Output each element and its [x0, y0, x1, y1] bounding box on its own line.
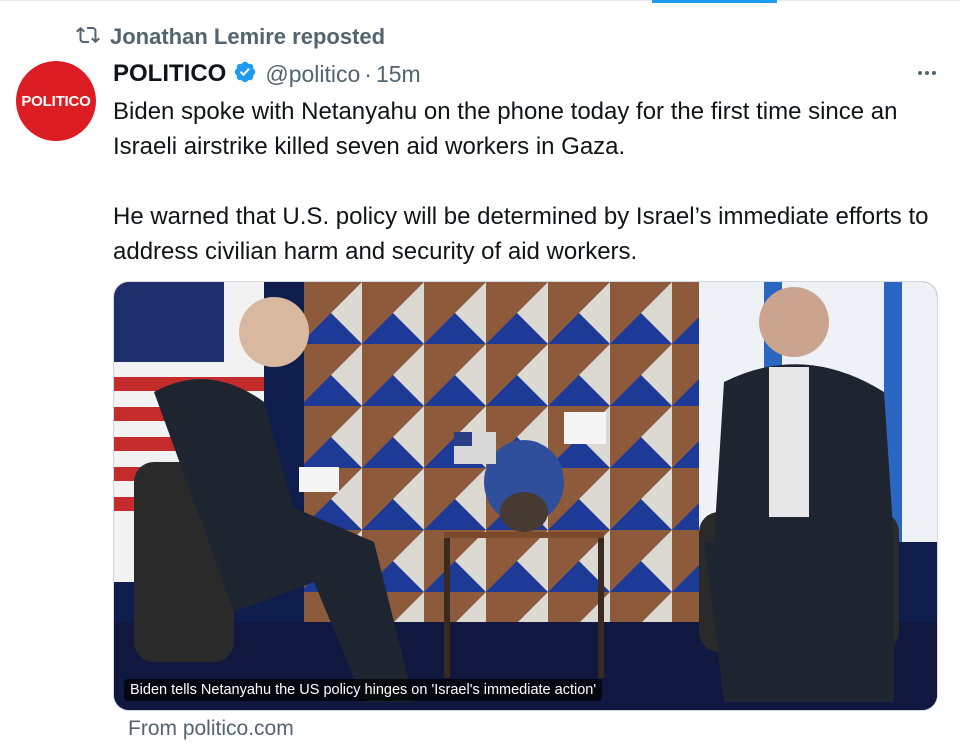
- avatar-logo-text: POLITICO: [21, 92, 91, 110]
- author-handle[interactable]: @politico: [265, 61, 360, 88]
- more-options-icon[interactable]: [912, 58, 942, 88]
- card-caption: Biden tells Netanyahu the US policy hing…: [124, 679, 603, 701]
- timestamp[interactable]: 15m: [376, 61, 421, 88]
- link-card-image[interactable]: Biden tells Netanyahu the US policy hing…: [113, 281, 938, 711]
- separator-dot: ·: [364, 60, 372, 87]
- tweet-paragraph: He warned that U.S. policy will be deter…: [113, 203, 929, 265]
- tweet-paragraph: Biden spoke with Netanyahu on the phone …: [113, 98, 898, 160]
- top-divider: [0, 0, 960, 3]
- tweet-text: Biden spoke with Netanyahu on the phone …: [113, 94, 943, 269]
- repost-icon: [76, 23, 100, 52]
- repost-label: Jonathan Lemire reposted: [110, 24, 386, 49]
- active-tab-indicator: [652, 0, 777, 3]
- verified-badge-icon: [226, 60, 265, 89]
- news-photo: [114, 282, 937, 710]
- avatar[interactable]: POLITICO: [16, 61, 96, 141]
- author-name[interactable]: POLITICO: [113, 60, 226, 88]
- repost-context[interactable]: Jonathan Lemire reposted: [76, 22, 385, 52]
- tweet-header: POLITICO @politico · 15m: [113, 56, 421, 92]
- card-source-link[interactable]: From politico.com: [128, 717, 294, 741]
